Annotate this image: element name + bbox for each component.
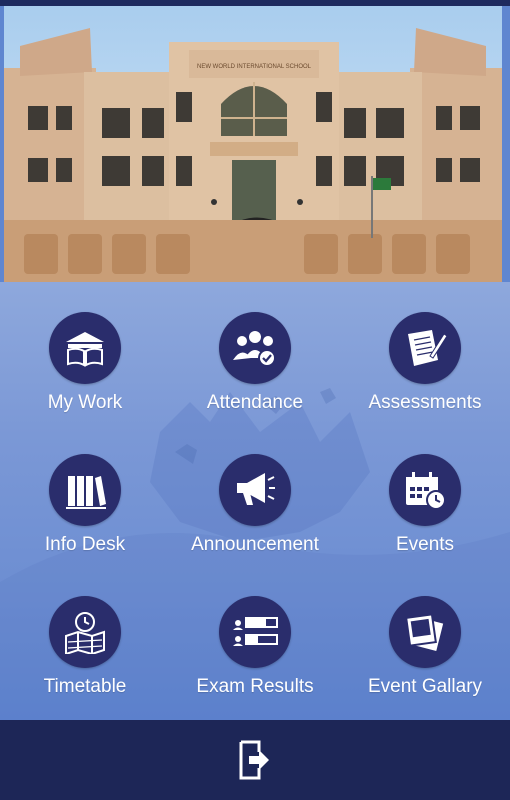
tile-announcement[interactable]: Announcement (170, 424, 340, 566)
tile-my-work[interactable]: My Work (0, 282, 170, 424)
tile-exam-results[interactable]: Exam Results (170, 566, 340, 708)
tile-label: Announcement (191, 534, 319, 555)
bottom-bar (0, 720, 510, 800)
logout-button[interactable] (235, 737, 275, 783)
tile-assessments[interactable]: Assessments (340, 282, 510, 424)
group-check-icon (219, 312, 291, 384)
menu-area: My Work Attendance Assessments Info Desk… (0, 282, 510, 720)
tile-label: Info Desk (44, 534, 126, 555)
building-sign-text: NEW WORLD INTERNATIONAL SCHOOL (197, 64, 312, 70)
tile-label: Assessments (368, 392, 482, 413)
paper-pen-icon (389, 312, 461, 384)
school-building-photo: NEW WORLD INTERNATIONAL SCHOOL (4, 6, 502, 282)
tile-label: My Work (47, 392, 123, 413)
tile-label: Timetable (43, 676, 127, 697)
map-clock-icon (49, 596, 121, 668)
tile-timetable[interactable]: Timetable (0, 566, 170, 708)
tile-label: Events (395, 534, 455, 555)
results-list-icon (219, 596, 291, 668)
tile-label: Event Gallary (367, 676, 483, 697)
megaphone-icon (219, 454, 291, 526)
tile-info-desk[interactable]: Info Desk (0, 424, 170, 566)
photos-icon (389, 596, 461, 668)
calendar-clock-icon (389, 454, 461, 526)
logout-icon (239, 740, 269, 780)
tile-label: Attendance (206, 392, 304, 413)
tile-label: Exam Results (196, 676, 314, 697)
books-icon (49, 454, 121, 526)
tile-attendance[interactable]: Attendance (170, 282, 340, 424)
tile-event-gallery[interactable]: Event Gallary (340, 566, 510, 708)
book-icon (49, 312, 121, 384)
tile-events[interactable]: Events (340, 424, 510, 566)
